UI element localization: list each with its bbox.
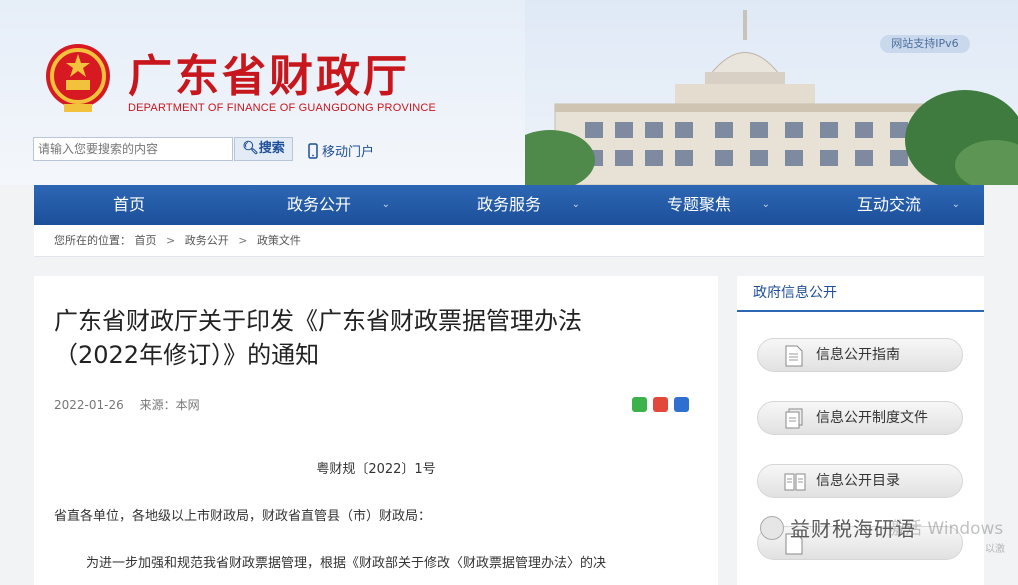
chevron-down-icon: ⌄ bbox=[381, 199, 390, 210]
nav-item-interaction[interactable]: 互动交流 ⌄ bbox=[794, 185, 984, 225]
sidebar-title: 政府信息公开 bbox=[737, 276, 984, 312]
chevron-down-icon: ⌄ bbox=[951, 199, 960, 210]
breadcrumb-item-home[interactable]: 首页 bbox=[135, 234, 157, 247]
article-recipient: 省直各单位，各地级以上市财政局，财政省直管县（市）财政局： bbox=[54, 509, 432, 524]
building-banner-image bbox=[525, 0, 1018, 185]
nav-item-government-affairs[interactable]: 政务公开 ⌄ bbox=[224, 185, 414, 225]
site-header: 广东省财政厅 DEPARTMENT OF FINANCE OF GUANGDON… bbox=[0, 0, 1018, 185]
article-title-line: 广东省财政厅关于印发《广东省财政票据管理办法 bbox=[54, 307, 582, 335]
mobile-portal-link[interactable]: 移动门户 bbox=[308, 141, 374, 160]
documents-icon bbox=[785, 408, 803, 429]
nav-label: 首页 bbox=[112, 195, 145, 214]
document-number: 粤财规〔2022〕1号 bbox=[316, 462, 436, 477]
sidebar-button-label: 信息公开目录 bbox=[816, 473, 900, 489]
main-nav: 首页 政务公开 ⌄ 政务服务 ⌄ 专题聚焦 ⌄ 互动交流 ⌄ bbox=[34, 185, 984, 225]
breadcrumb-separator: > bbox=[166, 234, 176, 247]
search-button-label: 搜索 bbox=[258, 141, 285, 156]
catalog-icon bbox=[784, 473, 806, 491]
publish-date: 2022-01-26 bbox=[54, 398, 124, 412]
national-emblem-icon bbox=[46, 44, 110, 112]
nav-label: 互动交流 bbox=[856, 195, 921, 214]
sidebar-button-label: 信息公开制度文件 bbox=[816, 410, 928, 426]
sidebar-button-label: 信息公开指南 bbox=[816, 347, 900, 363]
ipv6-badge[interactable]: 网站支持IPv6 bbox=[880, 35, 970, 53]
breadcrumb-item-government-affairs[interactable]: 政务公开 bbox=[185, 234, 229, 247]
qq-icon[interactable] bbox=[674, 397, 689, 412]
breadcrumb-item-policy-documents[interactable]: 政策文件 bbox=[257, 234, 301, 247]
activate-windows-notice: 激活 Windows bbox=[888, 519, 1004, 539]
wechat-icon bbox=[760, 516, 784, 540]
nav-label: 政务服务 bbox=[476, 195, 541, 214]
nav-label: 专题聚焦 bbox=[666, 195, 731, 214]
article-panel: 广东省财政厅关于印发《广东省财政票据管理办法 （2022年修订）》的通知 202… bbox=[34, 276, 718, 585]
share-bar bbox=[632, 397, 689, 412]
activate-windows-hint: 以激 bbox=[985, 544, 1005, 555]
article-meta: 2022-01-26 来源：本网 bbox=[54, 396, 200, 413]
wechat-icon[interactable] bbox=[632, 397, 647, 412]
article-source: 来源：本网 bbox=[139, 398, 200, 412]
site-subtitle: DEPARTMENT OF FINANCE OF GUANGDONG PROVI… bbox=[128, 102, 437, 114]
nav-item-special-topics[interactable]: 专题聚焦 ⌄ bbox=[604, 185, 794, 225]
chevron-down-icon: ⌄ bbox=[571, 199, 580, 210]
chevron-down-icon: ⌄ bbox=[761, 199, 770, 210]
weibo-icon[interactable] bbox=[653, 397, 668, 412]
article-body: 为进一步加强和规范我省财政票据管理，根据《财政部关于修改〈财政票据管理办法〉的决 bbox=[86, 556, 607, 571]
magnifier-icon: 🔍︎ bbox=[242, 141, 259, 156]
breadcrumb-separator: > bbox=[238, 234, 248, 247]
nav-item-services[interactable]: 政务服务 ⌄ bbox=[414, 185, 604, 225]
site-title: 广东省财政厅 bbox=[128, 51, 410, 102]
sidebar-button-catalog[interactable]: 信息公开目录 bbox=[757, 464, 963, 498]
search-input[interactable] bbox=[33, 137, 233, 161]
mobile-phone-icon bbox=[308, 143, 318, 159]
breadcrumb-prefix: 您所在的位置： bbox=[54, 234, 131, 247]
article-title-line: （2022年修订）》的通知 bbox=[54, 341, 320, 369]
mobile-portal-label: 移动门户 bbox=[322, 145, 375, 160]
nav-label: 政务公开 bbox=[286, 195, 351, 214]
sidebar-button-guide[interactable]: 信息公开指南 bbox=[757, 338, 963, 372]
search-button[interactable]: 🔍︎搜索 bbox=[234, 137, 293, 161]
breadcrumb: 您所在的位置： 首页 > 政务公开 > 政策文件 bbox=[34, 225, 984, 257]
sidebar-button-regulations[interactable]: 信息公开制度文件 bbox=[757, 401, 963, 435]
article-title: 广东省财政厅关于印发《广东省财政票据管理办法 （2022年修订）》的通知 bbox=[54, 304, 694, 372]
document-icon bbox=[785, 345, 803, 367]
nav-item-home[interactable]: 首页 bbox=[34, 185, 224, 225]
